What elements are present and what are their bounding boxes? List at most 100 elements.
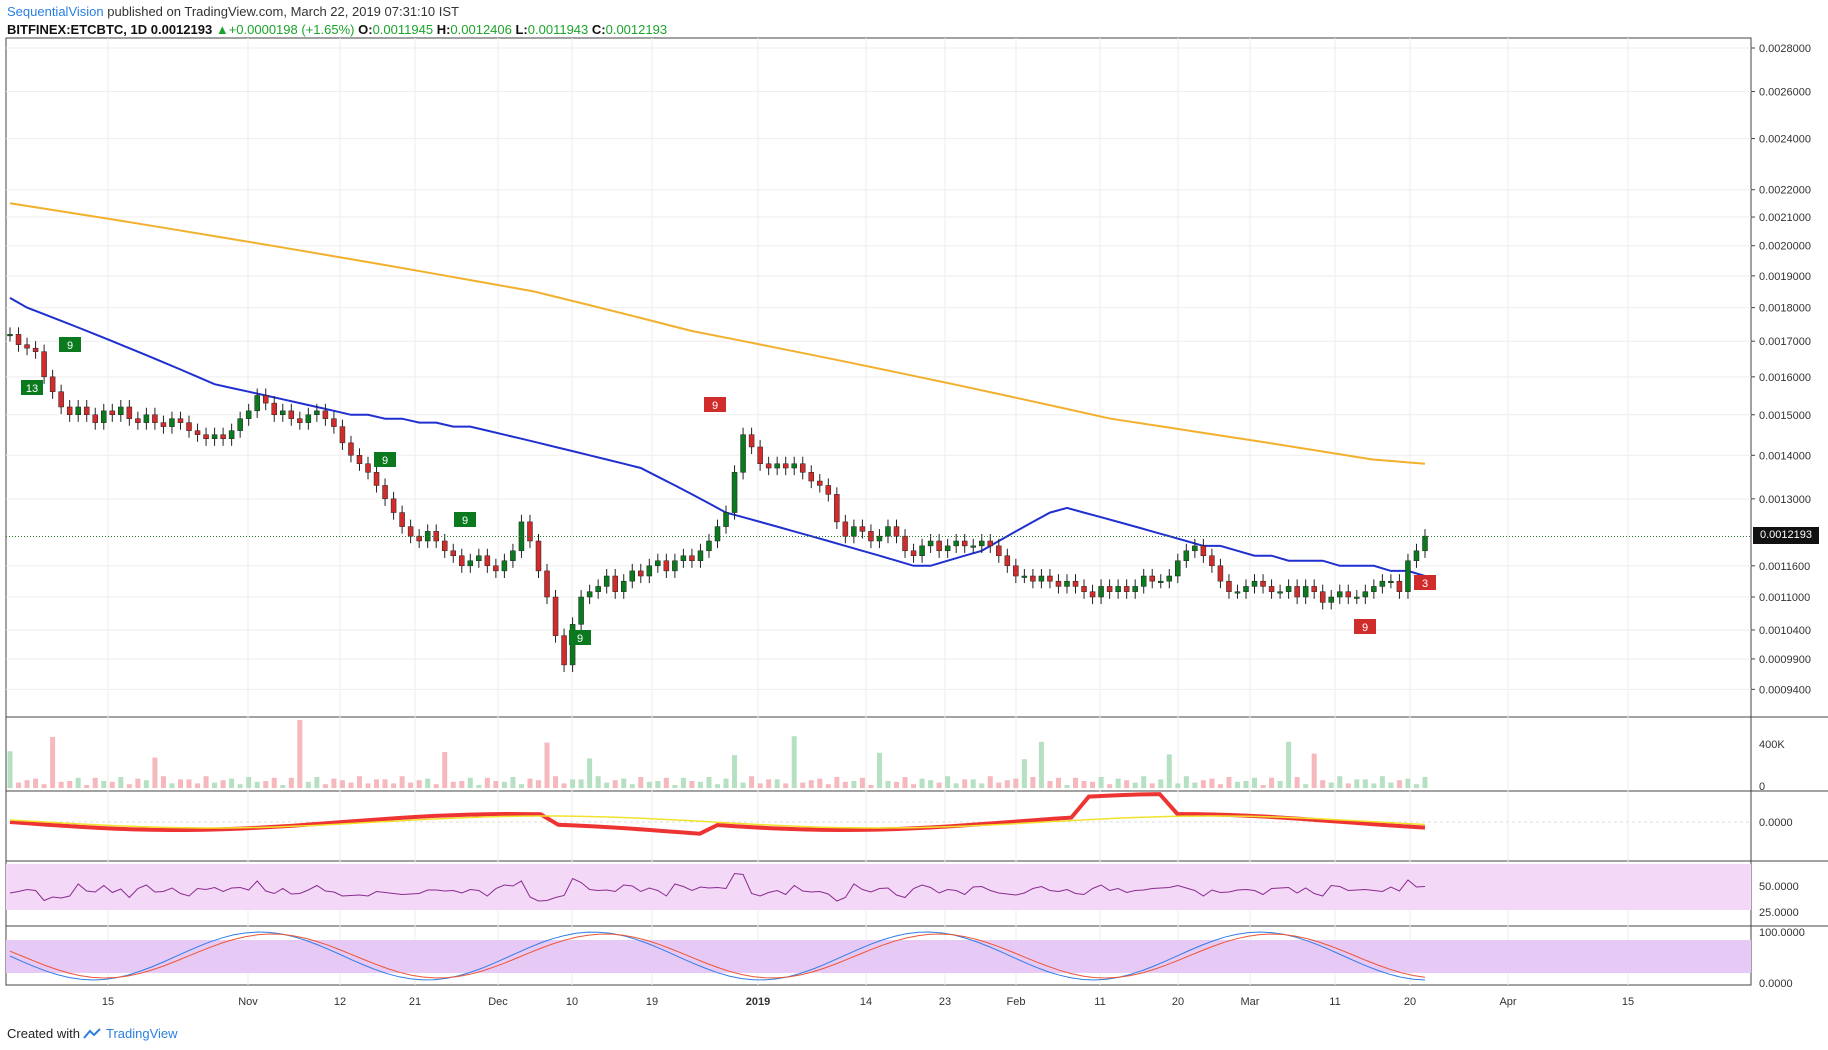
candle-body bbox=[808, 472, 815, 482]
volume-bar bbox=[859, 777, 865, 788]
ma200-line bbox=[9, 202, 1426, 465]
volume-bar bbox=[1192, 782, 1198, 788]
chart-canvas[interactable]: 15 Nov 12 21 Dec 10 19 2019 14 23 Feb 11 20 Mar 11 20 Ap… bbox=[0, 0, 1828, 1050]
candle-body bbox=[663, 560, 670, 572]
candle-body bbox=[1251, 580, 1258, 587]
candle-body bbox=[757, 446, 763, 464]
setup-badge-label: 9 bbox=[577, 633, 583, 645]
candle-body bbox=[373, 472, 380, 486]
volume-bar bbox=[535, 780, 541, 788]
candle-body bbox=[944, 545, 951, 552]
volume-bar bbox=[212, 782, 218, 788]
y-tick-label: 0.0010400 bbox=[1759, 625, 1811, 637]
candle-body bbox=[126, 406, 133, 419]
volume-bar bbox=[101, 781, 107, 788]
volume-bar bbox=[740, 782, 746, 788]
candle-body bbox=[1371, 586, 1377, 592]
volume-bar bbox=[715, 784, 720, 788]
x-tick-label: Mar bbox=[1241, 996, 1260, 1008]
candle-body bbox=[1081, 586, 1087, 592]
x-tick-label: Dec bbox=[488, 996, 508, 1008]
volume-bar bbox=[169, 783, 175, 788]
candle-body bbox=[578, 596, 584, 625]
candle-body bbox=[978, 540, 985, 547]
candle-body bbox=[791, 463, 797, 469]
volume-bar bbox=[885, 781, 891, 788]
last-price-badge: 0.0012193 bbox=[1753, 527, 1819, 545]
y-tick-label: 0.0024000 bbox=[1759, 134, 1811, 146]
volume-bar bbox=[723, 778, 729, 788]
volume-bar bbox=[220, 780, 226, 788]
y-tick-label: 0.0014000 bbox=[1759, 450, 1811, 462]
volume-bar bbox=[697, 781, 703, 788]
volume-bar bbox=[689, 781, 695, 788]
volume-bar bbox=[1004, 780, 1010, 788]
candle-body bbox=[143, 414, 150, 423]
volume-bar bbox=[254, 781, 260, 788]
candle-body bbox=[322, 410, 329, 419]
volume-bar bbox=[1158, 779, 1164, 788]
candle-body bbox=[672, 560, 678, 572]
volume-bar bbox=[152, 757, 158, 788]
candle-body bbox=[92, 414, 98, 423]
volume-bar bbox=[126, 784, 132, 788]
candle-body bbox=[620, 580, 627, 592]
setup-badge-label: 9 bbox=[462, 515, 468, 527]
volume-bar bbox=[962, 779, 968, 788]
volume-bar bbox=[450, 781, 456, 788]
volume-bar bbox=[612, 780, 618, 788]
candle-body bbox=[399, 512, 405, 527]
volume-bar bbox=[953, 783, 959, 788]
candle-body bbox=[1217, 565, 1224, 582]
candle-body bbox=[1379, 580, 1386, 587]
candle-body bbox=[58, 391, 64, 408]
volume-bar bbox=[544, 742, 550, 788]
candle-body bbox=[297, 418, 303, 423]
volume-bar bbox=[1073, 777, 1079, 788]
volume-bar bbox=[416, 780, 422, 788]
y-tick-label: 0.0016000 bbox=[1759, 372, 1811, 384]
candle-body bbox=[851, 526, 857, 537]
candle-body bbox=[339, 426, 346, 444]
volume-bar bbox=[825, 784, 831, 788]
y-tick-label: 0.0019000 bbox=[1759, 271, 1811, 283]
volume-bar bbox=[305, 781, 311, 788]
candle-body bbox=[646, 565, 653, 577]
volume-bar bbox=[1038, 741, 1044, 788]
candle-body bbox=[356, 455, 363, 464]
candle-body bbox=[169, 418, 175, 427]
candle-body bbox=[706, 540, 712, 552]
volume-bar bbox=[143, 780, 149, 788]
candle-body bbox=[1047, 575, 1053, 582]
candle-body bbox=[135, 418, 141, 423]
volume-bar bbox=[237, 784, 243, 788]
candle-body bbox=[254, 395, 260, 412]
tradingview-link[interactable]: TradingView bbox=[106, 1026, 178, 1041]
volume-bar bbox=[996, 782, 1002, 788]
setup-badge-label: 9 bbox=[712, 400, 718, 412]
candle-body bbox=[961, 540, 968, 547]
volume-bar bbox=[1294, 777, 1300, 788]
volume-bar bbox=[587, 758, 593, 788]
y-tick-label: 0.0018000 bbox=[1759, 303, 1811, 315]
candle-body bbox=[1422, 535, 1428, 552]
candle-body bbox=[101, 410, 107, 423]
volume-bar bbox=[109, 781, 115, 788]
candle-body bbox=[740, 434, 746, 473]
candle-body bbox=[1089, 591, 1096, 598]
volume-bar bbox=[1055, 777, 1061, 788]
candle-body bbox=[859, 526, 866, 532]
candle-body bbox=[1294, 586, 1300, 598]
volume-bar bbox=[1081, 781, 1087, 788]
volume-bar bbox=[229, 778, 235, 788]
volume-bar bbox=[834, 777, 840, 788]
candle-body bbox=[1149, 575, 1155, 582]
volume-bar bbox=[757, 783, 763, 788]
volume-bar bbox=[442, 752, 448, 788]
volume-bar bbox=[1064, 785, 1070, 788]
volume-bar bbox=[936, 782, 942, 788]
candle-body bbox=[527, 521, 533, 542]
volume-bar bbox=[1260, 785, 1266, 788]
candle-body bbox=[1260, 580, 1266, 587]
candle-body bbox=[748, 434, 755, 448]
